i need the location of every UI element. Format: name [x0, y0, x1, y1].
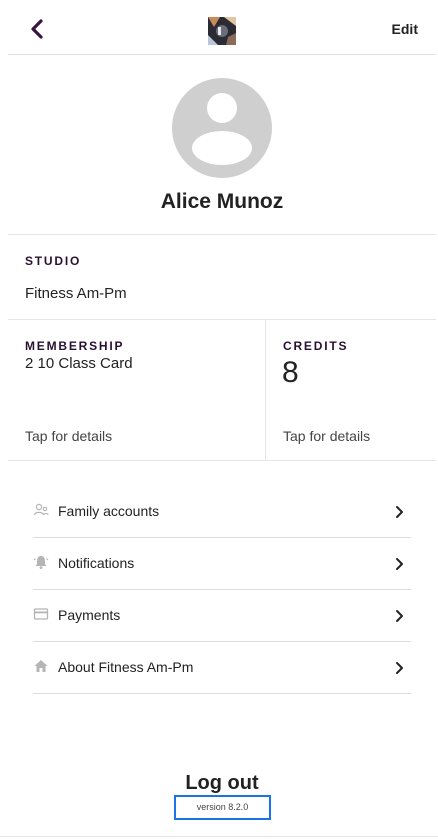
chevron-right-icon	[395, 661, 405, 675]
chevron-right-icon	[395, 557, 405, 571]
menu-item-notifications[interactable]: Notifications	[33, 538, 411, 590]
top-bar: Edit	[0, 0, 438, 56]
membership-card[interactable]: MEMBERSHIP 2 10 Class Card Tap for detai…	[8, 320, 265, 460]
divider	[8, 460, 436, 461]
credits-value: 8	[282, 356, 299, 389]
membership-label: MEMBERSHIP	[25, 339, 125, 353]
studio-logo	[208, 17, 236, 45]
home-icon	[33, 658, 49, 674]
chevron-right-icon	[395, 505, 405, 519]
logout-button[interactable]: Log out	[0, 772, 438, 795]
divider	[8, 234, 436, 235]
bell-icon	[33, 554, 49, 570]
membership-value: 2 10 Class Card	[25, 355, 133, 372]
chevron-left-icon	[31, 19, 43, 39]
header-divider	[8, 54, 436, 55]
credits-label: CREDITS	[283, 339, 349, 353]
card-icon	[33, 606, 49, 622]
menu-item-about[interactable]: About Fitness Am-Pm	[33, 642, 411, 694]
user-name: Alice Munoz	[160, 190, 284, 213]
back-button[interactable]	[24, 14, 52, 44]
menu-separator	[33, 693, 411, 694]
menu-item-label: About Fitness Am-Pm	[58, 659, 194, 675]
menu-item-label: Payments	[58, 607, 121, 623]
studio-name: Fitness Am-Pm	[25, 285, 127, 302]
membership-tap-for-details: Tap for details	[25, 428, 113, 444]
studio-label: STUDIO	[25, 254, 82, 268]
bottom-divider	[0, 836, 438, 837]
avatar	[172, 78, 272, 178]
menu-item-label: Family accounts	[58, 503, 160, 519]
menu-item-family-accounts[interactable]: Family accounts	[33, 486, 411, 538]
version-label: version 8.2.0	[174, 795, 271, 820]
menu-item-payments[interactable]: Payments	[33, 590, 411, 642]
credits-card[interactable]: CREDITS 8 Tap for details	[266, 320, 436, 460]
edit-button[interactable]: Edit	[392, 21, 418, 37]
credits-tap-for-details: Tap for details	[283, 428, 371, 444]
family-icon	[33, 502, 49, 518]
user-placeholder-icon	[192, 93, 252, 165]
menu-item-label: Notifications	[58, 555, 135, 571]
chevron-right-icon	[395, 609, 405, 623]
